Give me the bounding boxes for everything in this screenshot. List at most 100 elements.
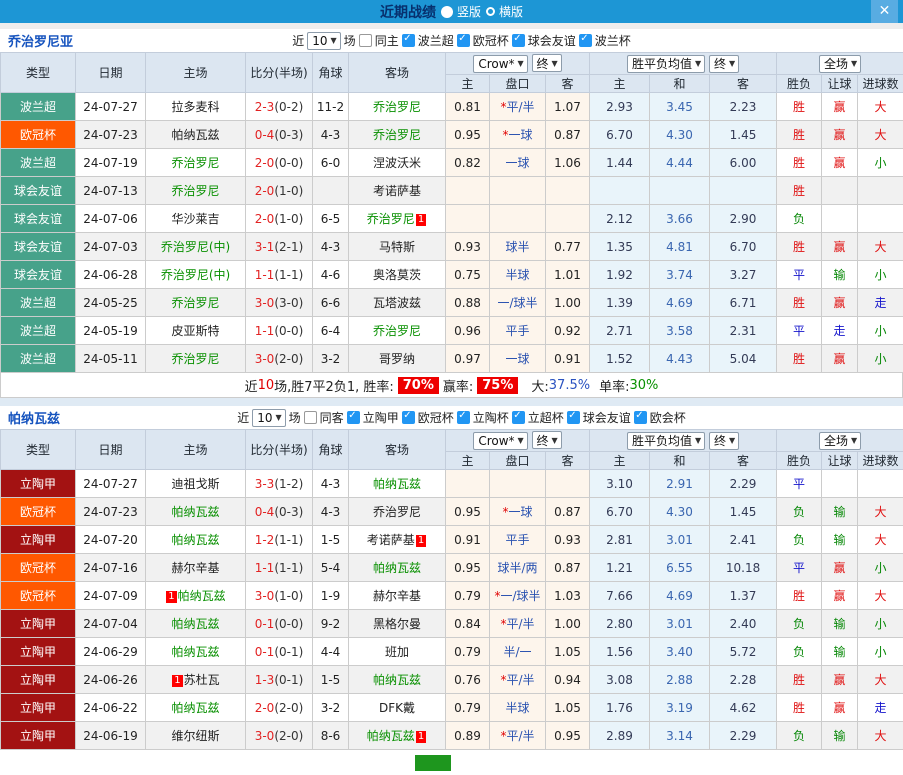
- note-badge: 1: [416, 214, 426, 226]
- goals-result-cell: 小: [858, 345, 903, 373]
- horizontal-radio[interactable]: 横版: [486, 3, 523, 20]
- handicap-result-cell: 赢: [822, 554, 858, 582]
- league-checkbox[interactable]: [402, 34, 415, 47]
- score: 0-4(0-3): [246, 498, 313, 526]
- vertical-radio[interactable]: 竖版: [441, 3, 481, 20]
- avg-home-odds: 6.70: [590, 121, 650, 149]
- same-venue-checkbox[interactable]: [304, 411, 317, 424]
- home-odds: 0.89: [446, 722, 490, 750]
- goals-result-cell: 大: [858, 666, 903, 694]
- odds-final-select[interactable]: 终▼: [532, 431, 562, 449]
- col-handicap-result: 让球: [822, 75, 858, 93]
- avg-draw-odds: 2.91: [650, 470, 710, 498]
- handicap-line: *平/半: [490, 666, 546, 694]
- goals-result-cell: 小: [858, 610, 903, 638]
- avg-final-select[interactable]: 终▼: [709, 55, 739, 73]
- match-date: 24-07-09: [76, 582, 146, 610]
- col-goals: 进球数: [858, 452, 903, 470]
- home-odds: 0.76: [446, 666, 490, 694]
- scope-select[interactable]: 全场▼: [819, 432, 861, 450]
- col-avg-draw: 和: [650, 452, 710, 470]
- league-badge: 立陶甲: [1, 722, 76, 750]
- score: 2-0(1-0): [246, 177, 313, 205]
- note-badge: 1: [416, 731, 426, 743]
- league-checkbox[interactable]: [634, 411, 647, 424]
- avg-type-select[interactable]: 胜平负均值▼: [627, 55, 705, 73]
- note-badge: 1: [166, 591, 176, 603]
- avg-home-odds: 2.12: [590, 205, 650, 233]
- team-1-name: 乔治罗尼亚: [8, 31, 73, 50]
- handicap-result-cell: 输: [822, 526, 858, 554]
- home-odds: [446, 205, 490, 233]
- league-checkbox[interactable]: [347, 411, 360, 424]
- avg-draw-odds: 3.58: [650, 317, 710, 345]
- chevron-down-icon: ▼: [552, 436, 558, 445]
- handicap-result-cell: 赢: [822, 289, 858, 317]
- score: 3-0(1-0): [246, 582, 313, 610]
- home-team: 帕纳瓦兹: [146, 526, 246, 554]
- match-date: 24-06-22: [76, 694, 146, 722]
- section-2-filters: 近 10▼ 场 同客 立陶甲 欧冠杯 立陶杯 立超杯 球会友谊 欧会杯: [237, 409, 686, 427]
- home-odds: 0.95: [446, 554, 490, 582]
- scope-select[interactable]: 全场▼: [819, 55, 861, 73]
- match-date: 24-07-13: [76, 177, 146, 205]
- result-cell: 平: [777, 470, 822, 498]
- odds-company-select[interactable]: Crow*▼: [473, 432, 527, 450]
- away-team: 涅波沃米: [349, 149, 446, 177]
- section-1-filter-row: 乔治罗尼亚 近 10▼ 场 同主 波兰超 欧冠杯 球会友谊 波兰杯: [0, 29, 903, 52]
- match-count-select[interactable]: 10▼: [252, 409, 285, 427]
- league-badge: 波兰超: [1, 289, 76, 317]
- home-odds: 0.95: [446, 121, 490, 149]
- corner-score: 11-2: [313, 93, 349, 121]
- away-odds: 0.77: [546, 233, 590, 261]
- close-icon: ✕: [879, 3, 891, 19]
- league-checkbox[interactable]: [512, 411, 525, 424]
- avg-type-select[interactable]: 胜平负均值▼: [627, 432, 705, 450]
- league-checkbox[interactable]: [457, 411, 470, 424]
- match-row: 欧冠杯24-07-091帕纳瓦兹3-0(1-0)1-9赫尔辛基0.79*一/球半…: [1, 582, 903, 610]
- odds-company-select[interactable]: Crow*▼: [473, 55, 527, 73]
- avg-home-odds: 7.66: [590, 582, 650, 610]
- handicap-line: 平手: [490, 317, 546, 345]
- away-odds: 0.87: [546, 554, 590, 582]
- single-rate-value: 30%: [629, 378, 658, 393]
- result-cell: 胜: [777, 177, 822, 205]
- close-button[interactable]: ✕: [871, 0, 898, 23]
- same-venue-checkbox[interactable]: [359, 34, 372, 47]
- home-team: 1苏杜瓦: [146, 666, 246, 694]
- league-checkbox[interactable]: [402, 411, 415, 424]
- chevron-down-icon: ▼: [552, 59, 558, 68]
- match-date: 24-05-19: [76, 317, 146, 345]
- away-team: 帕纳瓦兹: [349, 554, 446, 582]
- chevron-down-icon: ▼: [695, 59, 701, 68]
- corner-score: 5-4: [313, 554, 349, 582]
- league-checkbox[interactable]: [512, 34, 525, 47]
- handicap-line: *平/半: [490, 610, 546, 638]
- corner-score: 4-3: [313, 498, 349, 526]
- match-row: 立陶甲24-07-20帕纳瓦兹1-2(1-1)1-5考诺萨基10.91平手0.9…: [1, 526, 903, 554]
- avg-draw-odds: 3.01: [650, 610, 710, 638]
- goals-result-cell: 小: [858, 261, 903, 289]
- handicap-result-cell: 输: [822, 722, 858, 750]
- avg-final-select[interactable]: 终▼: [709, 432, 739, 450]
- odds-company-value: Crow*: [478, 434, 514, 448]
- result-cell: 平: [777, 261, 822, 289]
- col-date: 日期: [76, 430, 146, 470]
- corner-score: 6-6: [313, 289, 349, 317]
- home-team: 乔治罗尼: [146, 149, 246, 177]
- league-checkbox[interactable]: [567, 411, 580, 424]
- result-cell: 平: [777, 317, 822, 345]
- league-checkbox[interactable]: [579, 34, 592, 47]
- away-odds: 1.00: [546, 610, 590, 638]
- score: 1-3(0-1): [246, 666, 313, 694]
- league-checkbox[interactable]: [457, 34, 470, 47]
- league-badge: 欧冠杯: [1, 121, 76, 149]
- match-row: 球会友谊24-07-03乔治罗尼(中)3-1(2-1)4-3马特斯0.93球半0…: [1, 233, 903, 261]
- col-odds-away: 客: [546, 75, 590, 93]
- match-date: 24-07-16: [76, 554, 146, 582]
- match-count-select[interactable]: 10▼: [307, 32, 340, 50]
- avg-final-value: 终: [714, 55, 726, 72]
- goals-result-cell: 走: [858, 289, 903, 317]
- odds-final-select[interactable]: 终▼: [532, 54, 562, 72]
- home-odds: 0.91: [446, 526, 490, 554]
